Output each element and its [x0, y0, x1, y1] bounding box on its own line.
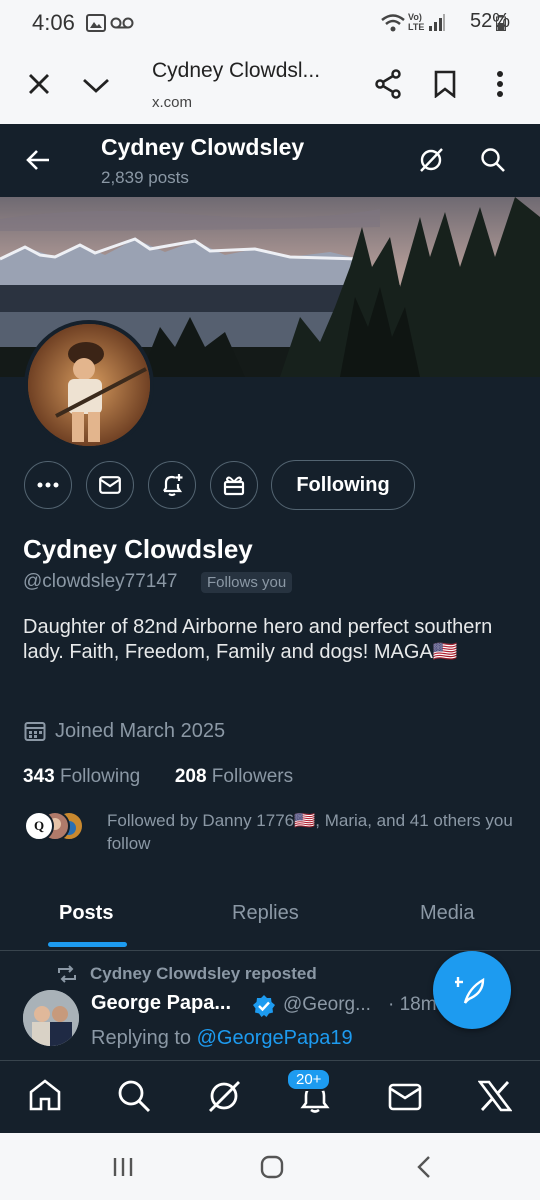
profile-name: Cydney Clowdsley [23, 534, 253, 564]
followed-by-avatars[interactable]: Q [23, 810, 93, 842]
notify-icon [163, 474, 183, 497]
follow-stats: 343 Following 208 Followers [23, 766, 293, 788]
gift-button[interactable] [210, 461, 258, 509]
mail-icon [99, 476, 121, 494]
post-timestamp: · 18m [388, 994, 437, 1015]
more-button[interactable] [24, 461, 72, 509]
more-icon [37, 482, 59, 488]
followed-by-text[interactable]: Followed by Danny 1776🇺🇸, Maria, and 41 … [107, 809, 527, 855]
profile-bio: Daughter of 82nd Airborne hero and perfe… [23, 616, 493, 663]
close-icon[interactable] [28, 73, 50, 100]
search-icon[interactable] [480, 147, 506, 178]
post-author-avatar[interactable] [23, 990, 79, 1046]
messages-nav-icon[interactable] [388, 1083, 422, 1116]
page-title: Cydney Clowdsl... [152, 59, 321, 82]
following-button[interactable]: Following [271, 460, 415, 510]
calendar-icon [24, 720, 46, 747]
svg-text:Q: Q [34, 818, 44, 833]
follows-you-badge: Follows you [201, 572, 293, 593]
message-button[interactable] [86, 461, 134, 509]
volte-icon: Vo) LTE [408, 12, 425, 32]
system-navigation-bar [0, 1133, 540, 1200]
gift-icon [223, 476, 245, 496]
status-time: 4:06 [32, 10, 75, 35]
replying-prefix: Replying to [91, 1027, 197, 1049]
battery-icon [496, 15, 506, 36]
voicemail-icon [110, 16, 134, 35]
kebab-icon[interactable] [496, 70, 504, 103]
notifications-badge: 20+ [286, 1068, 332, 1091]
profile-tabs: Posts Replies Media [0, 880, 540, 951]
followers-count: 208 [174, 766, 207, 787]
home-icon[interactable] [28, 1079, 62, 1116]
compose-button[interactable] [433, 951, 511, 1029]
recent-apps-icon[interactable] [112, 1157, 134, 1182]
status-bar: 4:06 Vo) LTE 52% [0, 0, 540, 48]
compose-icon [455, 977, 485, 1004]
followers-label: Followers [211, 766, 294, 787]
share-icon[interactable] [374, 69, 402, 104]
header-posts-count: 2,839 posts [101, 168, 189, 187]
repost-icon [56, 965, 78, 988]
post-author-name[interactable]: George Papa... [91, 992, 231, 1015]
followers-link[interactable]: 208 Followers [175, 766, 293, 787]
tab-replies[interactable]: Replies [232, 902, 299, 925]
wifi-icon [380, 12, 406, 39]
following-link[interactable]: 343 Following [23, 766, 140, 787]
header-name: Cydney Clowdsley [101, 134, 305, 160]
following-count: 343 [23, 766, 55, 787]
page-url[interactable]: x.com [152, 94, 192, 111]
post-replying-to: Replying to @GeorgePapa19 [91, 1027, 353, 1050]
profile-avatar[interactable] [24, 320, 154, 450]
active-tab-indicator [48, 942, 127, 947]
chevron-down-icon[interactable] [82, 78, 110, 99]
grok-nav-icon[interactable] [207, 1079, 241, 1118]
signal-icon [428, 14, 446, 37]
back-button-icon[interactable] [416, 1155, 432, 1184]
replying-to-link[interactable]: @GeorgePapa19 [197, 1027, 353, 1049]
following-label: Following [59, 766, 141, 787]
tab-media[interactable]: Media [420, 902, 474, 925]
notify-button[interactable] [148, 461, 196, 509]
bookmark-icon[interactable] [434, 70, 456, 103]
grok-icon[interactable] [418, 147, 444, 178]
profile-handle: @clowdsley77147 [23, 571, 178, 592]
back-arrow-icon[interactable] [26, 149, 50, 176]
home-button-icon[interactable] [260, 1155, 284, 1184]
browser-toolbar: Cydney Clowdsl... x.com [0, 48, 540, 125]
repost-label: Cydney Clowdsley reposted [90, 964, 317, 983]
tab-posts[interactable]: Posts [59, 902, 113, 925]
verified-icon [252, 994, 276, 1023]
profile-header-bar: Cydney Clowdsley 2,839 posts [0, 124, 540, 196]
gallery-notification-icon [86, 14, 106, 37]
post-author-handle[interactable]: @Georg... [283, 994, 371, 1016]
joined-date: Joined March 2025 [55, 720, 226, 742]
search-nav-icon[interactable] [117, 1079, 151, 1118]
bottom-navigation: 20+ [0, 1060, 540, 1133]
x-logo-icon[interactable] [477, 1080, 513, 1117]
